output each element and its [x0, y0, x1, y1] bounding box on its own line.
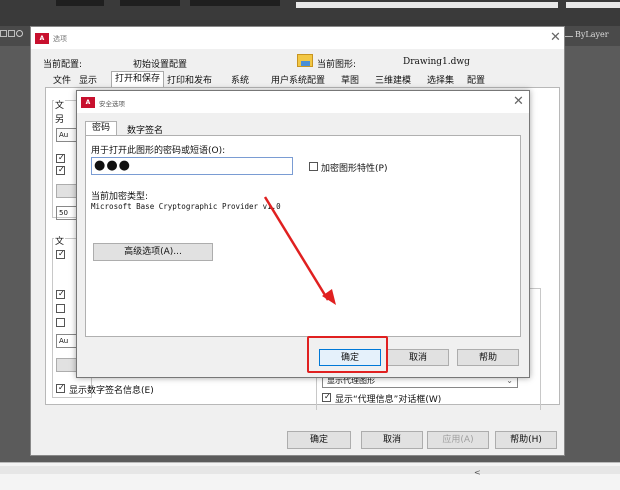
- annotation-arrow-line: [263, 196, 330, 301]
- scroll-left-icon[interactable]: <: [474, 468, 481, 477]
- annotation-overlay: [263, 196, 336, 305]
- annotation-highlight-box: [307, 336, 388, 373]
- horizontal-scrollbar[interactable]: [0, 466, 620, 474]
